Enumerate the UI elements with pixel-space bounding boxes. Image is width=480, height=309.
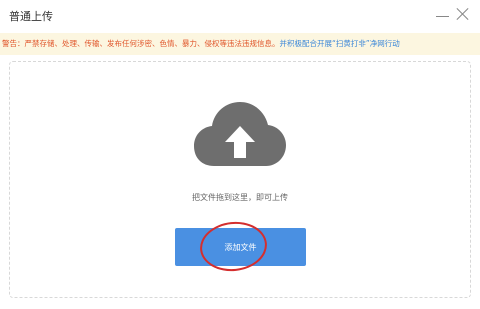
minimize-icon[interactable] bbox=[436, 7, 450, 23]
drop-hint: 把文件拖到这里，即可上传 bbox=[192, 193, 288, 202]
cloud-upload-icon bbox=[194, 102, 286, 166]
close-icon[interactable] bbox=[455, 6, 471, 22]
add-file-button[interactable]: 添加文件 bbox=[175, 228, 306, 266]
dialog-header: 普通上传 bbox=[0, 0, 480, 33]
warning-bar: 警告：严禁存储、处理、传输、发布任何涉密、色情、暴力、侵权等违法违规信息。并积极… bbox=[0, 33, 480, 55]
dialog-title: 普通上传 bbox=[9, 10, 53, 23]
warning-link[interactable]: 并积极配合开展“扫黄打非”净网行动 bbox=[280, 39, 400, 48]
warning-text: 警告：严禁存储、处理、传输、发布任何涉密、色情、暴力、侵权等违法违规信息。 bbox=[2, 39, 280, 48]
